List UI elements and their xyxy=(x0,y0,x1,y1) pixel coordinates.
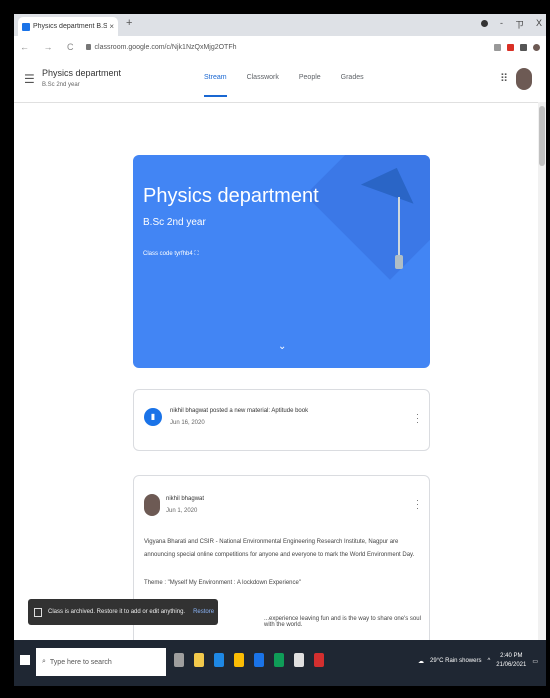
close-window-button[interactable]: X xyxy=(536,18,542,31)
app-icon[interactable] xyxy=(254,653,264,667)
post-body: Vigyana Bharati and CSIR - National Envi… xyxy=(144,539,415,558)
settings-icon[interactable] xyxy=(294,653,304,667)
clock[interactable]: 2:40 PM 21/06/2021 xyxy=(496,652,526,670)
browser-tab-bar: Physics department B.Sc. 2nd yr × + - ㄗ … xyxy=(14,14,546,36)
store-icon[interactable] xyxy=(214,653,224,667)
material-book-icon: ▮ xyxy=(144,408,162,426)
extension-icon[interactable] xyxy=(507,43,514,51)
post-theme: Theme : "Myself My Environment : A lockd… xyxy=(144,580,301,586)
profile-avatar-icon[interactable] xyxy=(533,43,540,51)
notification-icon[interactable]: ▭ xyxy=(532,658,538,665)
more-options-icon[interactable]: · · · xyxy=(416,410,419,427)
task-view-icon[interactable] xyxy=(174,653,184,667)
weather-text[interactable]: 29°C Rain showers xyxy=(430,658,481,664)
class-section: B.Sc 2nd year xyxy=(42,82,80,88)
browser-tab[interactable]: Physics department B.Sc. 2nd yr × xyxy=(18,17,118,36)
material-date: Jun 16, 2020 xyxy=(170,420,205,426)
tab-close-icon[interactable]: × xyxy=(109,22,114,31)
lock-icon xyxy=(85,44,91,50)
material-card[interactable]: ▮ nikhil bhagwat posted a new material: … xyxy=(133,389,430,451)
puzzle-icon[interactable] xyxy=(520,43,527,51)
tassel-end-icon xyxy=(395,255,403,269)
restore-button[interactable]: Restore xyxy=(193,609,214,615)
profile-dot-icon[interactable] xyxy=(480,20,488,27)
archive-icon xyxy=(34,607,42,617)
screen: Physics department B.Sc. 2nd yr × + - ㄗ … xyxy=(14,14,546,686)
tassel-icon xyxy=(398,197,400,257)
tab-grades[interactable]: Grades xyxy=(341,74,364,97)
search-icon: ⌕ xyxy=(42,658,46,665)
class-tabs: Stream Classwork People Grades xyxy=(204,74,364,97)
clock-time: 2:40 PM xyxy=(500,653,523,659)
apps-grid-icon[interactable]: ⠿ xyxy=(500,72,508,85)
chevron-down-icon[interactable]: ⌄ xyxy=(278,341,286,352)
classroom-header: ☰ Physics department B.Sc 2nd year Strea… xyxy=(14,58,546,103)
chrome-icon[interactable] xyxy=(234,653,244,667)
windows-start-icon[interactable] xyxy=(20,655,30,665)
tab-title: Physics department B.Sc. 2nd yr xyxy=(33,23,108,30)
file-explorer-icon[interactable] xyxy=(194,653,204,667)
chevron-up-icon[interactable]: ^ xyxy=(487,658,490,664)
tab-people[interactable]: People xyxy=(299,74,321,97)
nav-buttons[interactable]: ← → C xyxy=(20,42,80,52)
mail-icon[interactable] xyxy=(274,653,284,667)
tab-classwork[interactable]: Classwork xyxy=(247,74,279,97)
post-author: nikhil bhagwat xyxy=(166,496,205,502)
scrollbar-thumb[interactable] xyxy=(539,106,545,166)
windows-taskbar: ⌕ Type here to search ☁ 29°C Rain shower… xyxy=(14,640,546,686)
taskbar-search[interactable]: ⌕ Type here to search xyxy=(36,648,166,676)
snackbar-message: Class is archived. Restore it to add or … xyxy=(48,609,186,615)
url-text: classroom.google.com/c/Njk1NzQxMjg2OTFh xyxy=(94,43,237,51)
search-placeholder: Type here to search xyxy=(49,658,112,666)
page-scrollbar[interactable] xyxy=(538,102,546,642)
banner-title: Physics department xyxy=(143,185,319,207)
post-more-options-icon[interactable]: · · · xyxy=(416,496,419,513)
account-avatar[interactable] xyxy=(516,68,532,90)
material-text: nikhil bhagwat posted a new material: Ap… xyxy=(170,408,309,414)
maximize-button[interactable]: ㄗ xyxy=(515,18,524,31)
menu-icon[interactable]: ☰ xyxy=(24,72,35,86)
address-bar: ← → C classroom.google.com/c/Njk1NzQxMjg… xyxy=(14,36,546,59)
archived-snackbar: Class is archived. Restore it to add or … xyxy=(28,599,218,625)
star-icon[interactable] xyxy=(494,43,501,51)
banner-subtitle: B.Sc 2nd year xyxy=(143,217,206,228)
weather-icon: ☁ xyxy=(418,658,425,665)
post-more-text: ...experience leaving fun and is the way… xyxy=(264,616,421,628)
author-avatar xyxy=(144,494,160,516)
class-banner: Physics department B.Sc 2nd year Class c… xyxy=(133,155,430,368)
url-field[interactable]: classroom.google.com/c/Njk1NzQxMjg2OTFh xyxy=(85,43,237,51)
classroom-favicon-icon xyxy=(22,22,30,31)
taskbar-apps xyxy=(174,653,324,667)
window-controls: - ㄗ X xyxy=(480,18,542,31)
minimize-button[interactable]: - xyxy=(500,18,503,31)
extensions xyxy=(494,43,540,51)
class-name[interactable]: Physics department xyxy=(42,68,121,78)
new-tab-button[interactable]: + xyxy=(126,17,132,29)
class-code[interactable]: Class code tyrfhb4 ⛶ xyxy=(143,251,199,258)
system-tray: ☁ 29°C Rain showers ^ 2:40 PM 21/06/2021… xyxy=(418,652,538,670)
pdf-icon[interactable] xyxy=(314,653,324,667)
post-date: Jun 1, 2020 xyxy=(166,508,198,514)
clock-date: 21/06/2021 xyxy=(496,662,527,668)
tab-stream[interactable]: Stream xyxy=(204,74,227,97)
